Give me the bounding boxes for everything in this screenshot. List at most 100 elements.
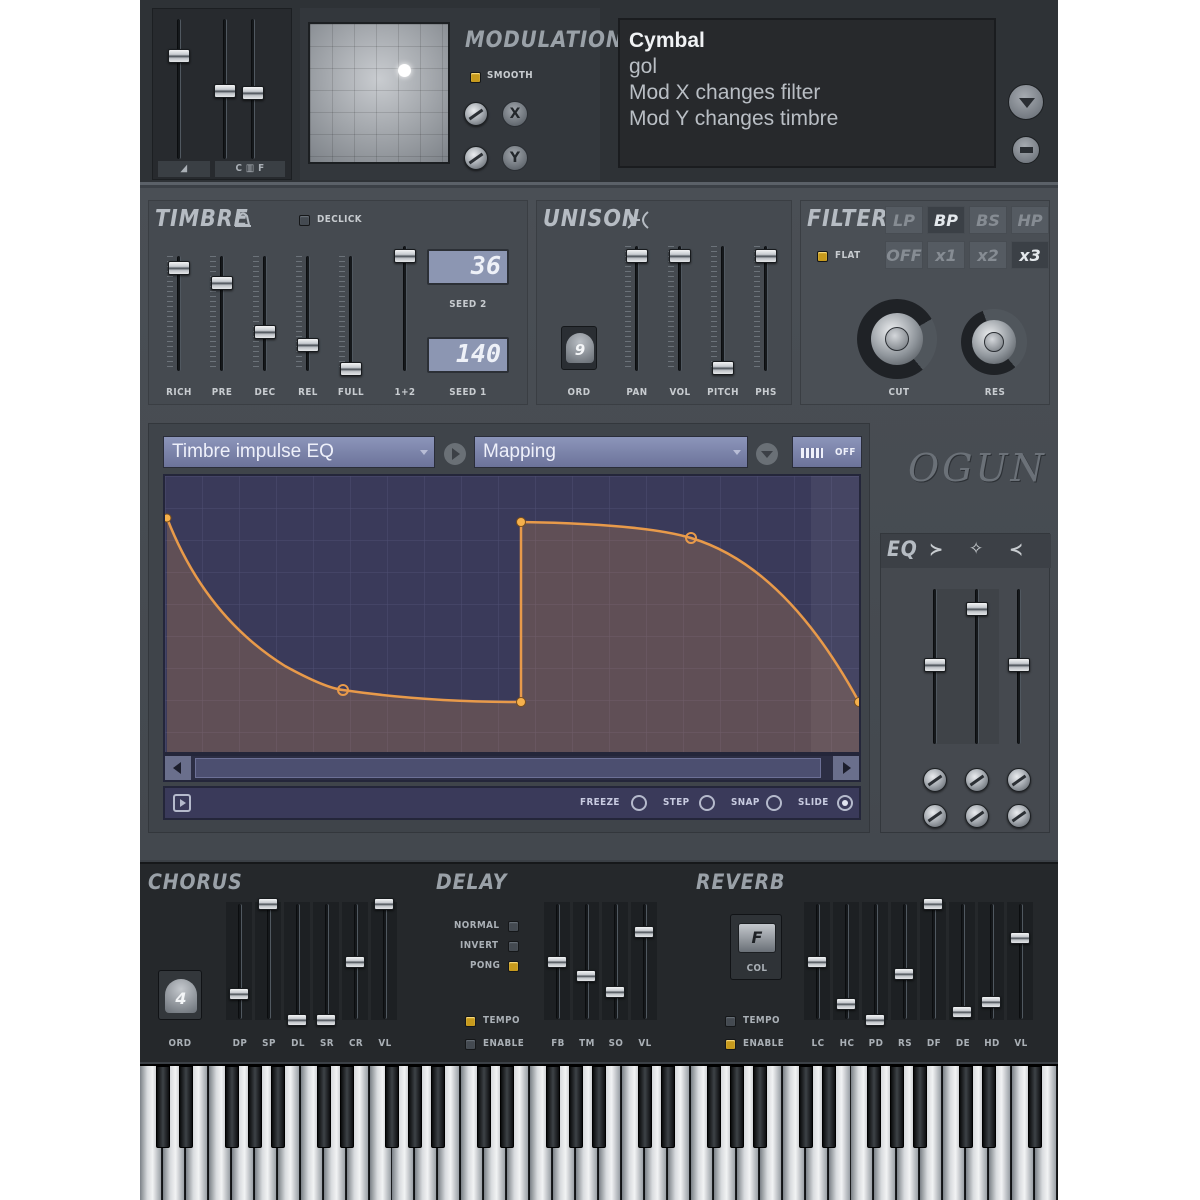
eq-mid-freq-knob[interactable] bbox=[965, 768, 989, 792]
black-key[interactable] bbox=[248, 1066, 262, 1148]
seed2-display[interactable]: 36 bbox=[427, 249, 509, 285]
black-key[interactable] bbox=[867, 1066, 881, 1148]
play-envelope-button[interactable] bbox=[173, 794, 191, 812]
black-key[interactable] bbox=[546, 1066, 560, 1148]
timbre-full-fader[interactable] bbox=[340, 362, 362, 376]
black-key[interactable] bbox=[959, 1066, 973, 1148]
chorus-dl-fader[interactable] bbox=[287, 1014, 307, 1026]
resonance-knob[interactable] bbox=[957, 309, 1033, 379]
delay-so-fader[interactable] bbox=[605, 986, 625, 998]
smooth-checkbox[interactable] bbox=[470, 72, 481, 83]
mod-x-button[interactable]: X bbox=[502, 101, 528, 127]
snap-radio[interactable] bbox=[766, 795, 782, 811]
envelope-graph[interactable] bbox=[163, 474, 861, 754]
filter-off-tab[interactable]: OFF bbox=[885, 241, 923, 269]
delay-tm-fader[interactable] bbox=[576, 970, 596, 982]
eq-low-fader[interactable] bbox=[924, 658, 946, 672]
delay-normal-checkbox[interactable] bbox=[508, 921, 519, 932]
black-key[interactable] bbox=[477, 1066, 491, 1148]
eq-lowshelf-icon[interactable]: ≻ bbox=[929, 540, 943, 560]
envelope-target-dropdown[interactable]: Timbre impulse EQ bbox=[163, 436, 435, 468]
step-radio[interactable] bbox=[699, 795, 715, 811]
black-key[interactable] bbox=[753, 1066, 767, 1148]
scroll-thumb[interactable] bbox=[195, 758, 821, 778]
piano-keyboard[interactable] bbox=[140, 1064, 1058, 1200]
black-key[interactable] bbox=[982, 1066, 996, 1148]
timbre-rel-fader[interactable] bbox=[297, 338, 319, 352]
unison-vol-fader[interactable] bbox=[669, 249, 691, 263]
filter-bp-tab[interactable]: BP bbox=[927, 206, 965, 234]
main-volume-fader[interactable] bbox=[168, 49, 190, 63]
reverb-rs-fader[interactable] bbox=[894, 968, 914, 980]
black-key[interactable] bbox=[340, 1066, 354, 1148]
reverb-hc-fader[interactable] bbox=[836, 998, 856, 1010]
mod-x-knob[interactable] bbox=[464, 102, 488, 126]
preset-menu-button[interactable] bbox=[1008, 84, 1044, 120]
black-key[interactable] bbox=[156, 1066, 170, 1148]
scroll-right-button[interactable] bbox=[833, 756, 859, 780]
black-key[interactable] bbox=[317, 1066, 331, 1148]
black-key[interactable] bbox=[822, 1066, 836, 1148]
slide-radio[interactable] bbox=[837, 795, 853, 811]
eq-peak-icon[interactable]: ✧ bbox=[969, 539, 983, 559]
xy-cursor[interactable] bbox=[398, 64, 411, 77]
envelope-scrollbar[interactable] bbox=[163, 754, 861, 782]
preset-browse-button[interactable] bbox=[1012, 136, 1040, 164]
black-key[interactable] bbox=[1028, 1066, 1042, 1148]
delay-vl-fader[interactable] bbox=[634, 926, 654, 938]
eq-mid-fader[interactable] bbox=[966, 602, 988, 616]
filter-hp-tab[interactable]: HP bbox=[1011, 206, 1049, 234]
eq-high-bw-knob[interactable] bbox=[1007, 804, 1031, 828]
eq-low-bw-knob[interactable] bbox=[923, 804, 947, 828]
black-key[interactable] bbox=[592, 1066, 606, 1148]
chorus-cr-fader[interactable] bbox=[345, 956, 365, 968]
reverb-pd-fader[interactable] bbox=[865, 1014, 885, 1026]
unison-phs-fader[interactable] bbox=[755, 249, 777, 263]
filter-x2-tab[interactable]: x2 bbox=[969, 241, 1007, 269]
black-key[interactable] bbox=[730, 1066, 744, 1148]
reverb-de-fader[interactable] bbox=[952, 1006, 972, 1018]
reverb-tempo-checkbox[interactable] bbox=[725, 1016, 736, 1027]
black-key[interactable] bbox=[271, 1066, 285, 1148]
delay-invert-checkbox[interactable] bbox=[508, 941, 519, 952]
scroll-left-button[interactable] bbox=[165, 756, 191, 780]
black-key[interactable] bbox=[431, 1066, 445, 1148]
eq-mid-bw-knob[interactable] bbox=[965, 804, 989, 828]
timbre-pre-fader[interactable] bbox=[211, 276, 233, 290]
fader-c[interactable] bbox=[214, 84, 236, 98]
xy-pad[interactable] bbox=[308, 22, 450, 164]
black-key[interactable] bbox=[179, 1066, 193, 1148]
timbre-rich-fader[interactable] bbox=[168, 261, 190, 275]
eq-high-freq-knob[interactable] bbox=[1007, 768, 1031, 792]
fader-f[interactable] bbox=[242, 86, 264, 100]
black-key[interactable] bbox=[707, 1066, 721, 1148]
delay-fb-fader[interactable] bbox=[547, 956, 567, 968]
chorus-dp-fader[interactable] bbox=[229, 988, 249, 1000]
filter-x3-tab[interactable]: x3 bbox=[1011, 241, 1049, 269]
chorus-order-knob[interactable]: 4 bbox=[158, 970, 202, 1020]
black-key[interactable] bbox=[890, 1066, 904, 1148]
filter-x1-tab[interactable]: x1 bbox=[927, 241, 965, 269]
delay-pong-checkbox[interactable] bbox=[508, 961, 519, 972]
freeze-radio[interactable] bbox=[631, 795, 647, 811]
filter-bs-tab[interactable]: BS bbox=[969, 206, 1007, 234]
unison-order-knob[interactable]: 9 bbox=[561, 326, 597, 370]
reverb-lc-fader[interactable] bbox=[807, 956, 827, 968]
chorus-sp-fader[interactable] bbox=[258, 898, 278, 910]
reverb-hd-fader[interactable] bbox=[981, 996, 1001, 1008]
declick-checkbox[interactable] bbox=[299, 215, 310, 226]
envelope-mode-dropdown[interactable]: Mapping bbox=[474, 436, 748, 468]
mod-y-button[interactable]: Y bbox=[502, 145, 528, 171]
delay-tempo-checkbox[interactable] bbox=[465, 1016, 476, 1027]
unison-pan-fader[interactable] bbox=[626, 249, 648, 263]
mode-menu-button[interactable] bbox=[756, 443, 778, 465]
black-key[interactable] bbox=[500, 1066, 514, 1148]
black-key[interactable] bbox=[661, 1066, 675, 1148]
eq-high-fader[interactable] bbox=[1008, 658, 1030, 672]
black-key[interactable] bbox=[225, 1066, 239, 1148]
black-key[interactable] bbox=[385, 1066, 399, 1148]
mod-y-knob[interactable] bbox=[464, 146, 488, 170]
filter-lp-tab[interactable]: LP bbox=[885, 206, 923, 234]
reverb-df-fader[interactable] bbox=[923, 898, 943, 910]
reverb-enable-checkbox[interactable] bbox=[725, 1039, 736, 1050]
